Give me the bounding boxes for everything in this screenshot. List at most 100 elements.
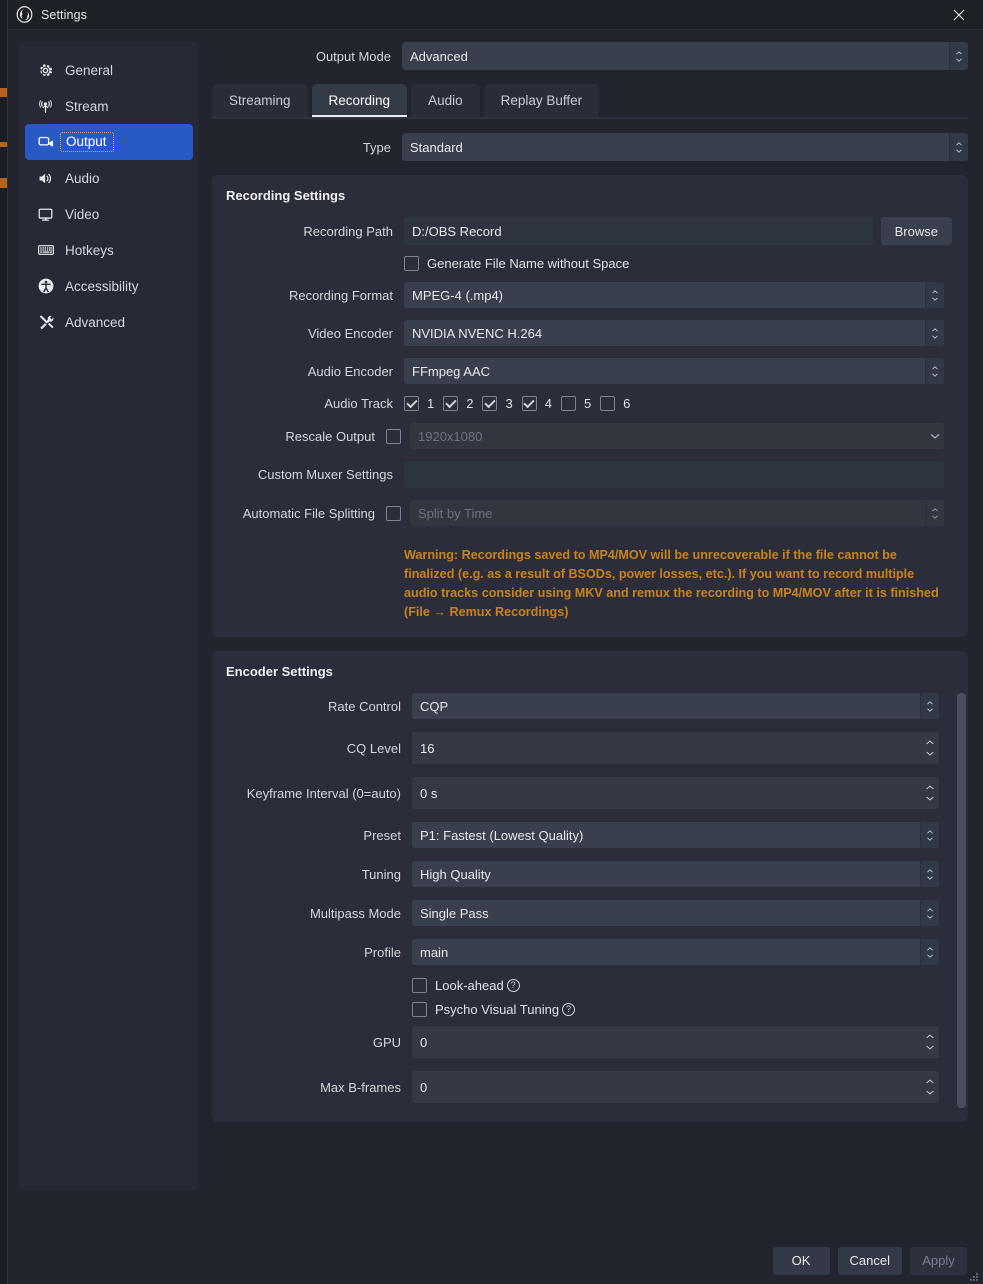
sidebar-item-accessibility[interactable]: Accessibility xyxy=(25,268,193,304)
sidebar-item-label: Audio xyxy=(65,170,100,186)
background-app-edge xyxy=(0,0,7,1284)
audio-track-6-checkbox[interactable] xyxy=(600,396,616,411)
tuning-select[interactable]: High Quality xyxy=(412,861,939,887)
help-icon[interactable]: ? xyxy=(562,1003,576,1016)
sidebar-item-stream[interactable]: Stream xyxy=(25,88,193,124)
rate-control-row: Rate Control CQP xyxy=(226,693,958,719)
rate-control-select[interactable]: CQP xyxy=(412,693,939,719)
ok-button[interactable]: OK xyxy=(772,1246,830,1275)
tab-label: Streaming xyxy=(229,93,291,108)
cancel-button[interactable]: Cancel xyxy=(837,1246,902,1275)
video-encoder-label: Video Encoder xyxy=(307,325,393,341)
rescale-output-row: Rescale Output 1920x1080 xyxy=(226,423,952,449)
sidebar-item-video[interactable]: Video xyxy=(25,196,193,232)
spinner-arrows[interactable] xyxy=(920,1071,939,1103)
sidebar-item-output[interactable]: Output xyxy=(25,124,193,160)
type-select[interactable]: Standard xyxy=(402,133,968,161)
spinner-arrows[interactable] xyxy=(920,900,939,926)
close-icon[interactable] xyxy=(939,0,979,29)
encoder-scrollbar-track[interactable] xyxy=(953,693,966,1108)
split-mode-select[interactable]: Split by Time xyxy=(410,500,944,526)
browse-button[interactable]: Browse xyxy=(880,217,952,245)
audio-track-3-checkbox[interactable] xyxy=(482,396,498,411)
custom-muxer-input[interactable] xyxy=(404,461,944,488)
sidebar-item-label: Accessibility xyxy=(65,278,139,294)
sidebar-item-general[interactable]: General xyxy=(25,52,193,88)
spinner-arrows[interactable] xyxy=(920,777,939,809)
keyframe-interval-row: Keyframe Interval (0=auto) 0 s xyxy=(226,777,958,809)
help-icon[interactable]: ? xyxy=(506,979,520,992)
generate-no-space-label: Generate File Name without Space xyxy=(427,256,630,271)
resize-grip-icon[interactable] xyxy=(967,1269,979,1281)
chevron-down-icon[interactable] xyxy=(925,423,944,449)
spinner-arrows[interactable] xyxy=(925,320,944,346)
automatic-file-splitting-checkbox[interactable] xyxy=(386,505,401,521)
spinner-arrows[interactable] xyxy=(949,42,968,70)
audio-track-1-checkbox[interactable] xyxy=(404,396,419,411)
output-mode-select[interactable]: Advanced xyxy=(402,42,968,70)
audio-track-4-checkbox[interactable] xyxy=(521,396,537,411)
spinner-arrows[interactable] xyxy=(920,693,939,719)
audio-track-2-checkbox[interactable] xyxy=(443,396,459,411)
rate-control-label: Rate Control xyxy=(328,698,401,714)
psycho-visual-tuning-checkbox[interactable] xyxy=(412,1002,427,1017)
encoder-scrollbar-thumb[interactable] xyxy=(957,693,966,1108)
browse-label: Browse xyxy=(894,223,938,239)
rescale-output-checkbox[interactable] xyxy=(386,428,401,444)
gpu-row: GPU 0 xyxy=(226,1026,958,1058)
video-encoder-value: NVIDIA NVENC H.264 xyxy=(412,325,543,341)
tab-separator xyxy=(212,117,968,119)
tab-replay-buffer[interactable]: Replay Buffer xyxy=(483,84,600,117)
generate-no-space-checkbox[interactable] xyxy=(404,256,419,271)
spinner-arrows[interactable] xyxy=(925,358,944,384)
cq-level-row: CQ Level 16 xyxy=(226,732,958,764)
audio-encoder-select[interactable]: FFmpeg AAC xyxy=(404,358,944,384)
preset-value: P1: Fastest (Lowest Quality) xyxy=(420,827,584,843)
sidebar-item-advanced[interactable]: Advanced xyxy=(25,304,193,340)
preset-label: Preset xyxy=(363,827,401,843)
cq-level-value: 16 xyxy=(420,740,435,756)
cancel-label: Cancel xyxy=(849,1253,890,1268)
tab-audio[interactable]: Audio xyxy=(411,84,480,117)
profile-select[interactable]: main xyxy=(412,939,939,965)
recording-format-select[interactable]: MPEG-4 (.mp4) xyxy=(404,282,944,308)
spinner-arrows[interactable] xyxy=(920,1026,939,1058)
sidebar-item-label: Hotkeys xyxy=(65,242,114,258)
split-mode-value: Split by Time xyxy=(418,505,493,521)
tab-label: Replay Buffer xyxy=(500,93,583,108)
spinner-arrows[interactable] xyxy=(920,822,939,848)
spinner-arrows[interactable] xyxy=(920,939,939,965)
multipass-mode-select[interactable]: Single Pass xyxy=(412,900,939,926)
preset-select[interactable]: P1: Fastest (Lowest Quality) xyxy=(412,822,939,848)
tab-recording[interactable]: Recording xyxy=(311,84,408,117)
spinner-arrows[interactable] xyxy=(920,861,939,887)
spinner-arrows[interactable] xyxy=(920,732,939,764)
sidebar-item-audio[interactable]: Audio xyxy=(25,160,193,196)
encoder-settings-title: Encoder Settings xyxy=(226,664,333,679)
recording-format-value: MPEG-4 (.mp4) xyxy=(412,287,504,303)
keyframe-interval-spinbox[interactable]: 0 s xyxy=(412,777,939,809)
keyframe-interval-value: 0 s xyxy=(420,785,438,801)
cq-level-spinbox[interactable]: 16 xyxy=(412,732,939,764)
look-ahead-checkbox[interactable] xyxy=(412,978,427,993)
tuning-value: High Quality xyxy=(420,866,491,882)
tab-streaming[interactable]: Streaming xyxy=(212,84,308,117)
tuning-row: Tuning High Quality xyxy=(226,861,958,887)
max-b-frames-spinbox[interactable]: 0 xyxy=(412,1071,939,1103)
output-mode-value: Advanced xyxy=(410,48,468,64)
gpu-spinbox[interactable]: 0 xyxy=(412,1026,939,1058)
output-screen-icon xyxy=(36,133,55,152)
rescale-output-select[interactable]: 1920x1080 xyxy=(410,423,944,449)
apply-button[interactable]: Apply xyxy=(910,1246,967,1275)
recording-path-input[interactable]: D:/OBS Record xyxy=(404,217,873,245)
spinner-arrows[interactable] xyxy=(925,282,944,308)
video-encoder-select[interactable]: NVIDIA NVENC H.264 xyxy=(404,320,944,346)
audio-track-5-checkbox[interactable] xyxy=(560,396,576,411)
spinner-arrows[interactable] xyxy=(925,500,944,526)
audio-track-4-label: 4 xyxy=(544,396,552,411)
spinner-arrows[interactable] xyxy=(949,133,968,161)
recording-path-row: Recording Path D:/OBS Record Browse xyxy=(226,217,952,245)
obs-logo-icon xyxy=(16,6,33,23)
sidebar-item-hotkeys[interactable]: Hotkeys xyxy=(25,232,193,268)
multipass-mode-value: Single Pass xyxy=(420,905,489,921)
